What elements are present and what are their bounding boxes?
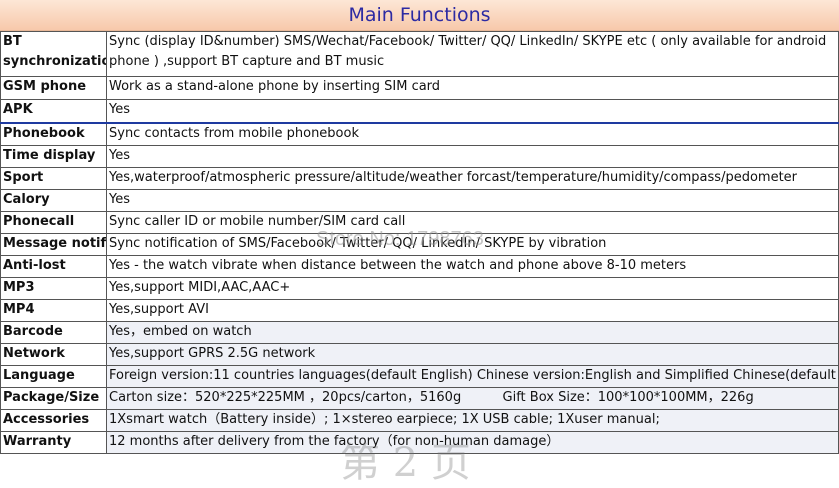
- row-value: Yes，embed on watch: [106, 321, 839, 344]
- spec-table: BT synchronizatio Sync (display ID&numbe…: [0, 31, 839, 454]
- row-value: Sync contacts from mobile phonebook: [106, 122, 839, 146]
- row-label: Language: [0, 365, 107, 388]
- table-row: APK Yes: [0, 99, 839, 124]
- row-label: APK: [0, 99, 107, 124]
- row-value: Yes,support MIDI,AAC,AAC+: [106, 277, 839, 300]
- row-label: Barcode: [0, 321, 107, 344]
- row-label: GSM phone: [0, 76, 107, 100]
- row-value: 12 months after delivery from the factor…: [106, 431, 839, 454]
- row-label: BT synchronizatio: [0, 31, 107, 77]
- table-row: Barcode Yes，embed on watch: [0, 321, 839, 344]
- row-label: MP3: [0, 277, 107, 300]
- row-value: Sync caller ID or mobile number/SIM card…: [106, 211, 839, 234]
- row-value: Yes - the watch vibrate when distance be…: [106, 255, 839, 278]
- table-row: Calory Yes: [0, 189, 839, 212]
- table-row: Message notify Sync notification of SMS/…: [0, 233, 839, 256]
- row-value: Yes: [106, 189, 839, 212]
- row-label: Network: [0, 343, 107, 366]
- table-row: Anti-lost Yes - the watch vibrate when d…: [0, 255, 839, 278]
- row-label: Sport: [0, 167, 107, 190]
- row-label: Message notify: [0, 233, 107, 256]
- row-value: Sync (display ID&number) SMS/Wechat/Face…: [106, 31, 839, 77]
- table-row: GSM phone Work as a stand-alone phone by…: [0, 76, 839, 100]
- row-label: Time display: [0, 145, 107, 168]
- row-label: Phonecall: [0, 211, 107, 234]
- table-row: MP3 Yes,support MIDI,AAC,AAC+: [0, 277, 839, 300]
- row-label: MP4: [0, 299, 107, 322]
- section-title: Main Functions: [0, 0, 839, 31]
- row-value: Yes,waterproof/atmospheric pressure/alti…: [106, 167, 839, 190]
- row-value: Sync notification of SMS/Facebook/ Twitt…: [106, 233, 839, 256]
- row-value: Yes: [106, 145, 839, 168]
- table-row: Network Yes,support GPRS 2.5G network: [0, 343, 839, 366]
- row-label: Package/Size: [0, 387, 107, 410]
- row-label: Accessories: [0, 409, 107, 432]
- table-row: BT synchronizatio Sync (display ID&numbe…: [0, 31, 839, 77]
- row-label: Warranty: [0, 431, 107, 454]
- row-label: Calory: [0, 189, 107, 212]
- row-label: Phonebook: [0, 122, 107, 146]
- row-value: Foreign version:11 countries languages(d…: [106, 365, 839, 388]
- row-value: Yes,support GPRS 2.5G network: [106, 343, 839, 366]
- row-value: Work as a stand-alone phone by inserting…: [106, 76, 839, 100]
- row-value: Yes: [106, 99, 839, 124]
- table-row: Package/Size Carton size：520*225*225MM ，…: [0, 387, 839, 410]
- row-value: 1Xsmart watch（Battery inside）; 1×stereo …: [106, 409, 839, 432]
- table-row: Phonebook Sync contacts from mobile phon…: [0, 122, 839, 146]
- row-value: Carton size：520*225*225MM ，20pcs/carton，…: [106, 387, 839, 410]
- row-value: Yes,support AVI: [106, 299, 839, 322]
- row-label: Anti-lost: [0, 255, 107, 278]
- table-row: Warranty 12 months after delivery from t…: [0, 431, 839, 454]
- table-row: Accessories 1Xsmart watch（Battery inside…: [0, 409, 839, 432]
- table-row: Time display Yes: [0, 145, 839, 168]
- table-row: Language Foreign version:11 countries la…: [0, 365, 839, 388]
- table-row: Phonecall Sync caller ID or mobile numbe…: [0, 211, 839, 234]
- table-row: Sport Yes,waterproof/atmospheric pressur…: [0, 167, 839, 190]
- table-row: MP4 Yes,support AVI: [0, 299, 839, 322]
